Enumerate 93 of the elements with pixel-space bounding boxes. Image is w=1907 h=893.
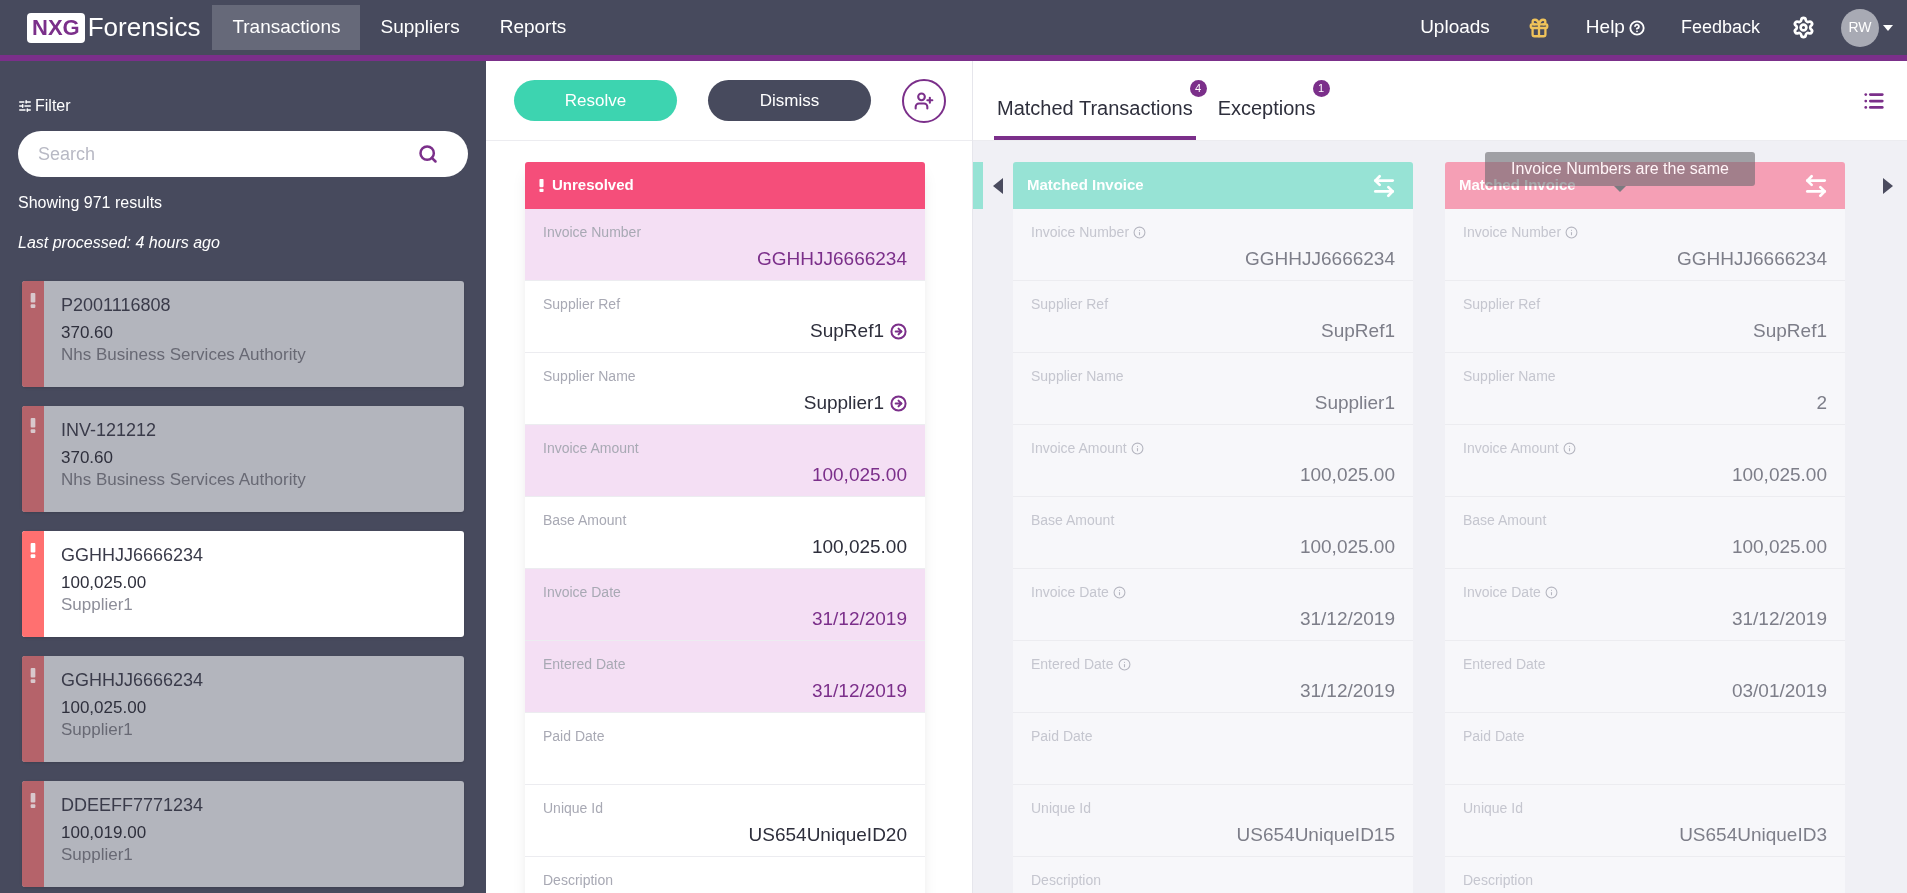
- field-value: 100,025.00: [1731, 535, 1827, 559]
- tooltip-pointer-icon: [1613, 186, 1626, 192]
- feedback-link[interactable]: Feedback: [1662, 14, 1778, 41]
- gift-icon[interactable]: [1527, 16, 1550, 39]
- field-value: US654UniqueID20: [748, 823, 907, 847]
- search-icon[interactable]: [418, 144, 438, 164]
- caret-icon[interactable]: [1883, 24, 1893, 31]
- field-value: US654UniqueID3: [1679, 823, 1827, 847]
- dismiss-button[interactable]: Dismiss: [708, 80, 871, 121]
- field-value: 03/01/2019: [1731, 679, 1827, 703]
- field-value: GGHHJJ6666234: [757, 247, 907, 271]
- status-label: Unresolved: [552, 175, 634, 196]
- field-label: Entered Date: [543, 655, 626, 673]
- field-value: 100,025.00: [1299, 463, 1395, 487]
- field-label: Base Amount: [543, 511, 627, 529]
- nav-tab[interactable]: Suppliers: [360, 5, 480, 50]
- nav-tab[interactable]: Reports: [479, 5, 587, 50]
- transaction-card[interactable]: DDEEFF7771234 100,019.00 Supplier1: [22, 781, 464, 887]
- field-value: 31/12/2019: [1299, 607, 1395, 631]
- supplier-name: Supplier1: [61, 720, 134, 740]
- field-value: 100,025.00: [811, 535, 907, 559]
- transaction-card[interactable]: P2001116808 370.60 Nhs Business Services Authority: [22, 281, 464, 387]
- field-value: 31/12/2019: [811, 679, 907, 703]
- field-value: Supplier1: [803, 391, 884, 415]
- previous-arrow-icon[interactable]: [993, 177, 1003, 194]
- supplier-name: Nhs Business Services Authority: [61, 470, 306, 490]
- count-badge: 1: [1312, 80, 1330, 97]
- field-label: Invoice Date: [543, 583, 621, 601]
- field-value: SupRef1: [1321, 319, 1395, 343]
- invoice-amount: 100,019.00: [61, 822, 148, 844]
- arrow-circle-icon[interactable]: [890, 394, 907, 412]
- exclamation-icon: [30, 543, 36, 558]
- nav-tab[interactable]: Transactions: [212, 5, 361, 50]
- card-title: Matched Invoice: [1027, 175, 1144, 196]
- field-value: 100,025.00: [1731, 463, 1827, 487]
- exclamation-icon: [539, 179, 544, 192]
- transaction-card[interactable]: GGHHJJ6666234 100,025.00 Supplier1: [22, 531, 464, 637]
- exclamation-icon: [30, 418, 36, 433]
- supplier-name: Supplier1: [61, 595, 134, 615]
- field-label: Invoice Number: [543, 223, 642, 241]
- field-value: 2: [1816, 391, 1827, 415]
- field-value: 31/12/2019: [811, 607, 907, 631]
- supplier-name: Nhs Business Services Authority: [61, 345, 306, 365]
- field-value: 31/12/2019: [1299, 679, 1395, 703]
- search-field[interactable]: Search: [18, 131, 468, 177]
- help-icon: [1628, 19, 1645, 36]
- logo-badge: NXG: [27, 12, 85, 43]
- field-value: US654UniqueID15: [1236, 823, 1395, 847]
- field-value: SupRef1: [1753, 319, 1827, 343]
- help-link[interactable]: Help: [1567, 13, 1663, 42]
- field-value: Supplier1: [1314, 391, 1395, 415]
- app-name: Forensics: [87, 11, 201, 44]
- invoice-reference: INV-121212: [61, 419, 158, 442]
- invoice-amount: 100,025.00: [61, 697, 148, 719]
- invoice-reference: GGHHJJ6666234: [61, 544, 204, 567]
- field-label: Invoice Amount: [543, 439, 639, 457]
- field-label: Supplier Ref: [543, 295, 621, 313]
- settings-icon[interactable]: [1792, 16, 1815, 39]
- field-value: 100,025.00: [811, 463, 907, 487]
- list-icon[interactable]: [1863, 90, 1885, 112]
- arrow-circle-icon[interactable]: [890, 322, 907, 340]
- invoice-amount: 100,025.00: [61, 572, 148, 594]
- field-value: GGHHJJ6666234: [1245, 247, 1395, 271]
- sliders-icon: [18, 99, 32, 113]
- exclamation-icon: [30, 793, 36, 808]
- results-count: Showing 971 results: [18, 193, 164, 213]
- field-label: Supplier Name: [543, 367, 636, 385]
- last-processed-note: Last processed: 4 hours ago: [18, 233, 221, 253]
- filter-button[interactable]: Filter: [18, 94, 71, 118]
- transaction-card[interactable]: GGHHJJ6666234 100,025.00 Supplier1: [22, 656, 464, 762]
- supplier-name: Supplier1: [61, 845, 134, 865]
- invoice-amount: 370.60: [61, 322, 114, 344]
- invoice-reference: GGHHJJ6666234: [61, 669, 204, 692]
- tab[interactable]: Matched Transactions: [994, 80, 1196, 140]
- next-arrow-icon[interactable]: [1883, 177, 1893, 194]
- field-label: Description: [543, 871, 614, 889]
- invoice-reference: DDEEFF7771234: [61, 794, 204, 817]
- invoice-amount: 370.60: [61, 447, 114, 469]
- field-value: 31/12/2019: [1731, 607, 1827, 631]
- field-value: SupRef1: [810, 319, 884, 343]
- exclamation-icon: [30, 293, 36, 308]
- field-label: Paid Date: [543, 727, 605, 745]
- card-edge: [973, 162, 983, 209]
- uploads-link[interactable]: Uploads: [1400, 13, 1510, 42]
- field-label: Unique Id: [543, 799, 603, 817]
- count-badge: 4: [1189, 80, 1207, 97]
- invoice-reference: P2001116808: [61, 294, 172, 317]
- add-user-icon: [914, 90, 934, 111]
- field-value: GGHHJJ6666234: [1677, 247, 1827, 271]
- exclamation-icon: [30, 668, 36, 683]
- add-user-button[interactable]: [902, 78, 946, 123]
- transaction-card[interactable]: INV-121212 370.60 Nhs Business Services Authority: [22, 406, 464, 512]
- field-value: 100,025.00: [1299, 535, 1395, 559]
